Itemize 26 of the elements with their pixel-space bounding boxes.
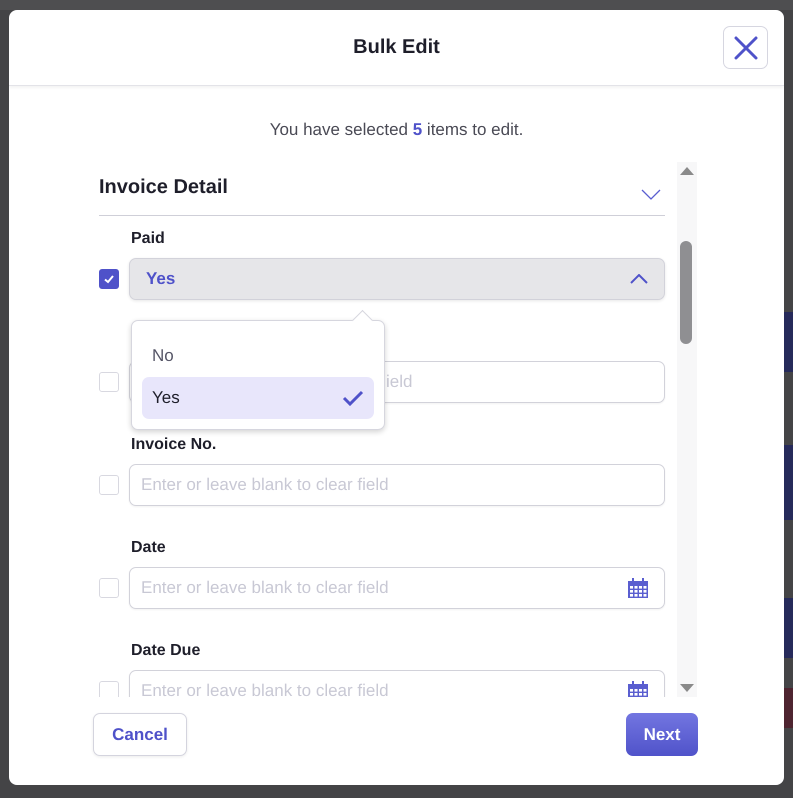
background-strip xyxy=(783,598,793,658)
checkbox[interactable] xyxy=(99,269,119,289)
section-title: Invoice Detail xyxy=(99,176,228,199)
field-label: Invoice No. xyxy=(131,436,218,455)
next-button[interactable]: Next xyxy=(626,713,698,756)
field-label: Date Due xyxy=(131,642,202,661)
dropdown-option[interactable]: Yes xyxy=(142,377,374,419)
scroll-up-arrow-icon[interactable] xyxy=(680,166,694,176)
chevron-icon[interactable] xyxy=(641,189,662,200)
scroll-down-arrow-icon[interactable] xyxy=(680,683,694,693)
selection-note: You have selected 5 items to edit. xyxy=(268,120,524,140)
calendar-icon[interactable] xyxy=(627,577,650,599)
background-strip xyxy=(783,312,793,372)
select-field[interactable]: Yes xyxy=(129,258,666,300)
calendar-icon[interactable] xyxy=(627,680,650,697)
field-label: Paid xyxy=(131,230,166,249)
check-icon xyxy=(342,390,364,406)
background-strip xyxy=(783,688,793,728)
close-icon xyxy=(734,36,758,60)
scrollbar-thumb[interactable] xyxy=(680,241,692,344)
cancel-button[interactable]: Cancel xyxy=(93,713,187,756)
dialog-title: Bulk Edit xyxy=(353,36,440,59)
chevron-icon xyxy=(630,274,648,284)
field-label: Date xyxy=(131,539,167,558)
scrollbar[interactable] xyxy=(677,162,697,697)
close-button[interactable] xyxy=(723,26,768,69)
